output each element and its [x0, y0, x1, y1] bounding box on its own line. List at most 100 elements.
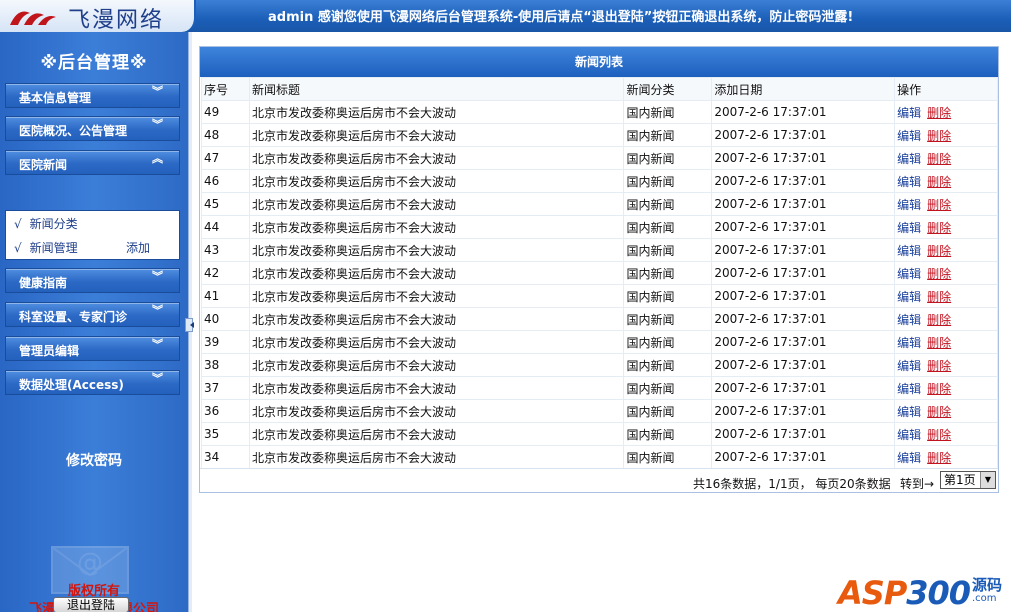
edit-link[interactable]: 编辑 [897, 267, 921, 281]
chevron-down-icon: ︾ [152, 118, 163, 131]
check-icon: √ [14, 217, 22, 231]
cell-id: 39 [201, 330, 250, 354]
edit-link[interactable]: 编辑 [897, 198, 921, 212]
logout-button[interactable]: 退出登陆 [53, 597, 129, 612]
cell-date: 2007-2-6 17:37:01 [711, 123, 896, 147]
delete-link[interactable]: 删除 [927, 198, 951, 212]
watermark-side: 源码 .com [972, 576, 1003, 605]
cell-actions: 编辑 删除 [894, 261, 998, 285]
cell-id: 37 [201, 376, 250, 400]
edit-link[interactable]: 编辑 [897, 382, 921, 396]
edit-link[interactable]: 编辑 [897, 290, 921, 304]
cell-date: 2007-2-6 17:37:01 [711, 422, 896, 446]
table-row: 44 北京市发改委称奥运后房市不会大波动 国内新闻 2007-2-6 17:37:01… [201, 215, 998, 239]
cell-id: 47 [201, 146, 250, 170]
delete-link[interactable]: 删除 [927, 129, 951, 143]
news-table: 序号 新闻标题 新闻分类 添加日期 操作 49 北京市发改委称奥运后房市不会大波动… [201, 77, 998, 469]
edit-link[interactable]: 编辑 [897, 428, 921, 442]
news-list-panel: 新闻列表 序号 新闻标题 新闻分类 添加日期 操作 49 北京市发改委称奥运后房市… [199, 46, 999, 493]
edit-link[interactable]: 编辑 [897, 152, 921, 166]
sidebar-item-4[interactable]: 健康指南 ︾ [5, 268, 180, 293]
cell-title: 北京市发改委称奥运后房市不会大波动 [248, 353, 625, 377]
submenu-item-news-manage[interactable]: √ 新闻管理 [14, 239, 78, 256]
sidebar-item-label: 管理员编辑 [19, 344, 80, 358]
delete-link[interactable]: 删除 [927, 405, 951, 419]
col-header-id: 序号 [201, 77, 250, 101]
cell-category: 国内新闻 [623, 100, 713, 124]
cell-category: 国内新闻 [623, 353, 713, 377]
delete-link[interactable]: 删除 [927, 428, 951, 442]
edit-link[interactable]: 编辑 [897, 106, 921, 120]
cell-title: 北京市发改委称奥运后房市不会大波动 [248, 169, 625, 193]
news-manage-link[interactable]: 新闻管理 [30, 241, 78, 255]
logo: 飞漫网络 [0, 0, 196, 32]
cell-date: 2007-2-6 17:37:01 [711, 238, 896, 262]
cell-category: 国内新闻 [623, 422, 713, 446]
delete-link[interactable]: 删除 [927, 152, 951, 166]
table-row: 41 北京市发改委称奥运后房市不会大波动 国内新闻 2007-2-6 17:37:01… [201, 284, 998, 308]
cell-date: 2007-2-6 17:37:01 [711, 146, 896, 170]
cell-actions: 编辑 删除 [894, 353, 998, 377]
top-banner: 飞漫网络 admin 感谢您使用飞漫网络后台管理系统-使用后请点“退出登陆”按钮… [0, 0, 1011, 32]
cell-id: 40 [201, 307, 250, 331]
cell-category: 国内新闻 [623, 376, 713, 400]
cell-id: 42 [201, 261, 250, 285]
news-category-link[interactable]: 新闻分类 [30, 217, 78, 231]
cell-id: 49 [201, 100, 250, 124]
cell-date: 2007-2-6 17:37:01 [711, 215, 896, 239]
table-row: 34 北京市发改委称奥运后房市不会大波动 国内新闻 2007-2-6 17:37:01… [201, 445, 998, 469]
edit-link[interactable]: 编辑 [897, 336, 921, 350]
col-header-title: 新闻标题 [248, 77, 625, 101]
chevron-down-icon: ︾ [152, 85, 163, 98]
page-select-value: 第1页 [944, 473, 976, 487]
delete-link[interactable]: 删除 [927, 221, 951, 235]
cell-title: 北京市发改委称奥运后房市不会大波动 [248, 192, 625, 216]
cell-title: 北京市发改委称奥运后房市不会大波动 [248, 376, 625, 400]
col-header-actions: 操作 [894, 77, 998, 101]
cell-title: 北京市发改委称奥运后房市不会大波动 [248, 445, 625, 469]
delete-link[interactable]: 删除 [927, 244, 951, 258]
cell-date: 2007-2-6 17:37:01 [711, 284, 896, 308]
chevron-down-icon: ︾ [152, 304, 163, 317]
sidebar-item-6[interactable]: 管理员编辑 ︾ [5, 336, 180, 361]
delete-link[interactable]: 删除 [927, 175, 951, 189]
add-news-link[interactable]: 添加 [126, 239, 150, 256]
sidebar-item-label: 健康指南 [19, 276, 68, 290]
sidebar-item-label: 医院概况、公告管理 [19, 124, 128, 138]
delete-link[interactable]: 删除 [927, 313, 951, 327]
delete-link[interactable]: 删除 [927, 267, 951, 281]
edit-link[interactable]: 编辑 [897, 451, 921, 465]
edit-link[interactable]: 编辑 [897, 313, 921, 327]
delete-link[interactable]: 删除 [927, 382, 951, 396]
cell-title: 北京市发改委称奥运后房市不会大波动 [248, 261, 625, 285]
submenu-item-news-category[interactable]: √ 新闻分类 [14, 215, 78, 232]
cell-title: 北京市发改委称奥运后房市不会大波动 [248, 330, 625, 354]
delete-link[interactable]: 删除 [927, 359, 951, 373]
delete-link[interactable]: 删除 [927, 106, 951, 120]
sidebar-item-1[interactable]: 医院概况、公告管理 ︾ [5, 116, 180, 141]
edit-link[interactable]: 编辑 [897, 129, 921, 143]
table-row: 46 北京市发改委称奥运后房市不会大波动 国内新闻 2007-2-6 17:37:01… [201, 169, 998, 193]
delete-link[interactable]: 删除 [927, 290, 951, 304]
cell-category: 国内新闻 [623, 238, 713, 262]
col-header-date: 添加日期 [711, 77, 896, 101]
chevron-down-icon[interactable]: ▼ [980, 472, 995, 488]
cell-title: 北京市发改委称奥运后房市不会大波动 [248, 100, 625, 124]
edit-link[interactable]: 编辑 [897, 405, 921, 419]
edit-link[interactable]: 编辑 [897, 175, 921, 189]
edit-link[interactable]: 编辑 [897, 359, 921, 373]
sidebar-item-7[interactable]: 数据处理(Access) ︾ [5, 370, 180, 395]
sidebar: ※后台管理※ 基本信息管理︾医院概况、公告管理︾医院新闻︽护理园地︾健康指南︾科… [0, 32, 188, 612]
page-select[interactable]: 第1页 ▼ [940, 471, 996, 489]
table-header-row: 序号 新闻标题 新闻分类 添加日期 操作 [201, 77, 998, 101]
change-password-link[interactable]: 修改密码 [0, 450, 188, 470]
sidebar-item-2[interactable]: 医院新闻 ︽ [5, 150, 180, 175]
sidebar-item-5[interactable]: 科室设置、专家门诊 ︾ [5, 302, 180, 327]
sidebar-item-0[interactable]: 基本信息管理 ︾ [5, 83, 180, 108]
chevron-down-icon: ︾ [152, 338, 163, 351]
delete-link[interactable]: 删除 [927, 336, 951, 350]
collapse-sidebar-icon[interactable] [185, 318, 194, 332]
delete-link[interactable]: 删除 [927, 451, 951, 465]
edit-link[interactable]: 编辑 [897, 221, 921, 235]
edit-link[interactable]: 编辑 [897, 244, 921, 258]
